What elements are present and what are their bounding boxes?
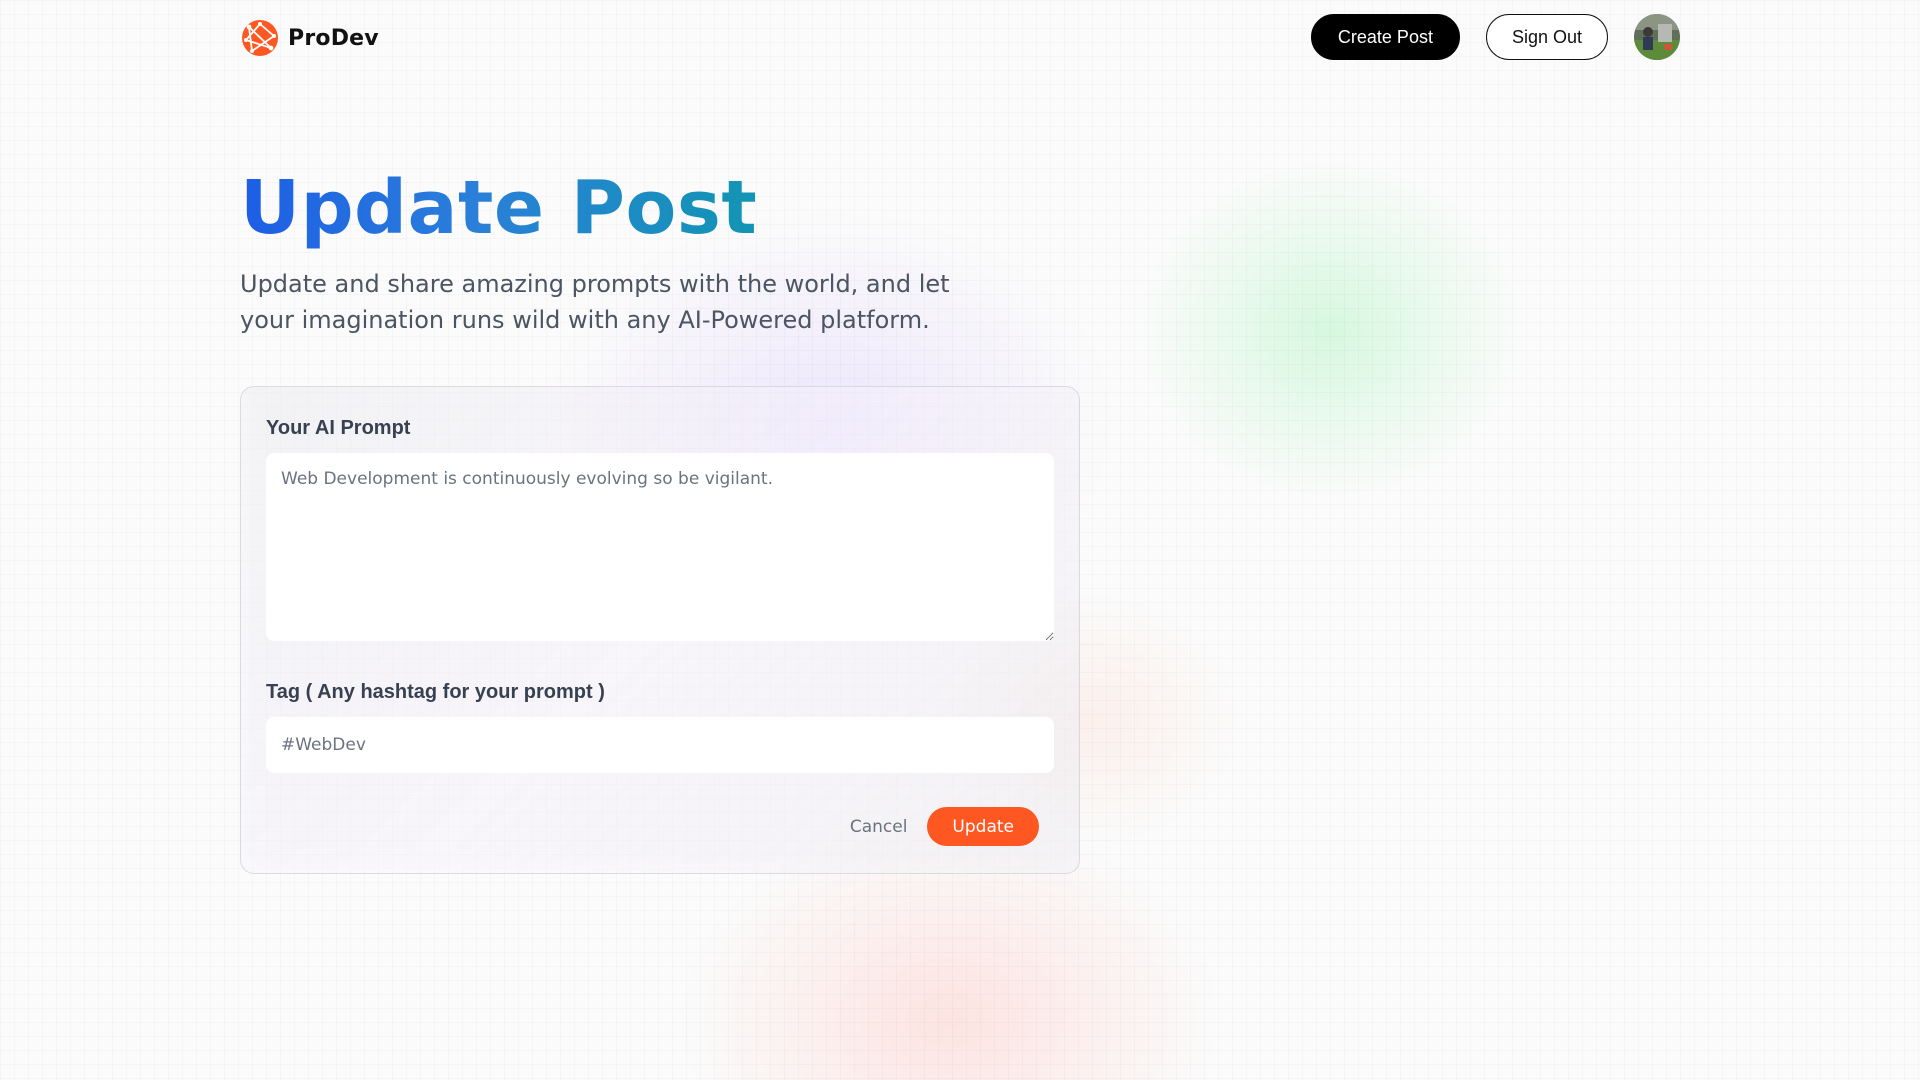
top-navbar: ProDev Create Post Sign Out (240, 14, 1680, 62)
page-title: Update Post (240, 160, 757, 256)
tag-input[interactable] (266, 717, 1054, 773)
page-description: Update and share amazing prompts with th… (240, 270, 950, 334)
nav-actions: Create Post Sign Out (1310, 14, 1680, 60)
brand-name: ProDev (288, 25, 379, 51)
prompt-textarea[interactable]: Web Development is continuously evolving… (266, 453, 1054, 641)
form-actions: Cancel Update (850, 807, 1039, 846)
tag-label: Tag ( Any hashtag for your prompt ) (266, 681, 605, 703)
update-post-form: Your AI Prompt Web Development is contin… (240, 386, 1080, 874)
brand[interactable]: ProDev (240, 18, 379, 58)
cancel-button[interactable]: Cancel (850, 817, 908, 837)
user-avatar[interactable] (1634, 14, 1680, 60)
globe-logo-icon (242, 20, 278, 56)
prompt-label: Your AI Prompt (266, 417, 411, 439)
update-button[interactable]: Update (927, 807, 1039, 846)
sign-out-button[interactable]: Sign Out (1485, 14, 1608, 60)
create-post-button[interactable]: Create Post (1310, 14, 1460, 60)
